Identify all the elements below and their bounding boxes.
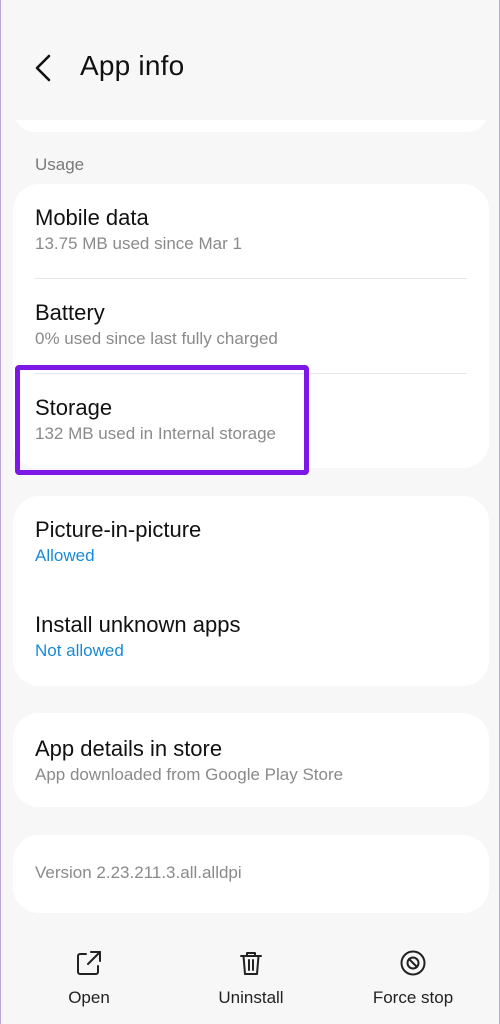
uninstall-label: Uninstall [218, 988, 284, 1007]
install-unknown-apps-status: Not allowed [35, 641, 124, 660]
app-details-subtitle: App downloaded from Google Play Store [35, 765, 344, 784]
force-stop-icon [400, 950, 426, 976]
uninstall-button[interactable]: Uninstall [181, 948, 321, 1008]
special-access-card: Picture-in-picture Allowed Install unkno… [13, 496, 489, 686]
picture-in-picture-item[interactable]: Picture-in-picture Allowed [35, 516, 467, 567]
mobile-data-item[interactable]: Mobile data 13.75 MB used since Mar 1 [35, 204, 467, 255]
usage-section-label: Usage [35, 155, 85, 174]
divider [35, 373, 467, 374]
bottom-action-bar: Open Uninstall Force stop [1, 930, 499, 1024]
app-details-in-store-item[interactable]: App details in store App downloaded from… [35, 735, 467, 786]
open-label: Open [68, 988, 110, 1007]
app-info-screen: App info Usage Mobile data 13.75 MB used… [0, 0, 500, 1024]
open-button[interactable]: Open [19, 948, 159, 1008]
back-button[interactable] [27, 46, 63, 90]
storage-subtitle: 132 MB used in Internal storage [35, 424, 276, 443]
install-unknown-apps-item[interactable]: Install unknown apps Not allowed [35, 611, 467, 662]
picture-in-picture-status: Allowed [35, 546, 95, 565]
battery-subtitle: 0% used since last fully charged [35, 329, 278, 348]
version-card: Version 2.23.211.3.all.alldpi [13, 835, 489, 913]
install-unknown-apps-title: Install unknown apps [35, 612, 241, 637]
mobile-data-title: Mobile data [35, 205, 149, 230]
usage-card: Mobile data 13.75 MB used since Mar 1 Ba… [13, 184, 489, 468]
force-stop-button[interactable]: Force stop [343, 948, 483, 1008]
page-title: App info [80, 50, 185, 81]
divider [35, 278, 467, 279]
trash-icon [240, 952, 262, 975]
back-arrow-icon [35, 54, 51, 82]
battery-title: Battery [35, 300, 105, 325]
battery-item[interactable]: Battery 0% used since last fully charged [35, 299, 467, 350]
open-external-icon [77, 951, 101, 975]
picture-in-picture-title: Picture-in-picture [35, 517, 202, 542]
storage-item[interactable]: Storage 132 MB used in Internal storage [35, 394, 467, 445]
mobile-data-subtitle: 13.75 MB used since Mar 1 [35, 234, 242, 253]
version-text: Version 2.23.211.3.all.alldpi [35, 863, 242, 882]
store-card: App details in store App downloaded from… [13, 713, 489, 807]
app-bar: App info [1, 0, 499, 120]
app-details-title: App details in store [35, 736, 223, 761]
storage-title: Storage [35, 395, 113, 420]
force-stop-label: Force stop [372, 988, 454, 1007]
